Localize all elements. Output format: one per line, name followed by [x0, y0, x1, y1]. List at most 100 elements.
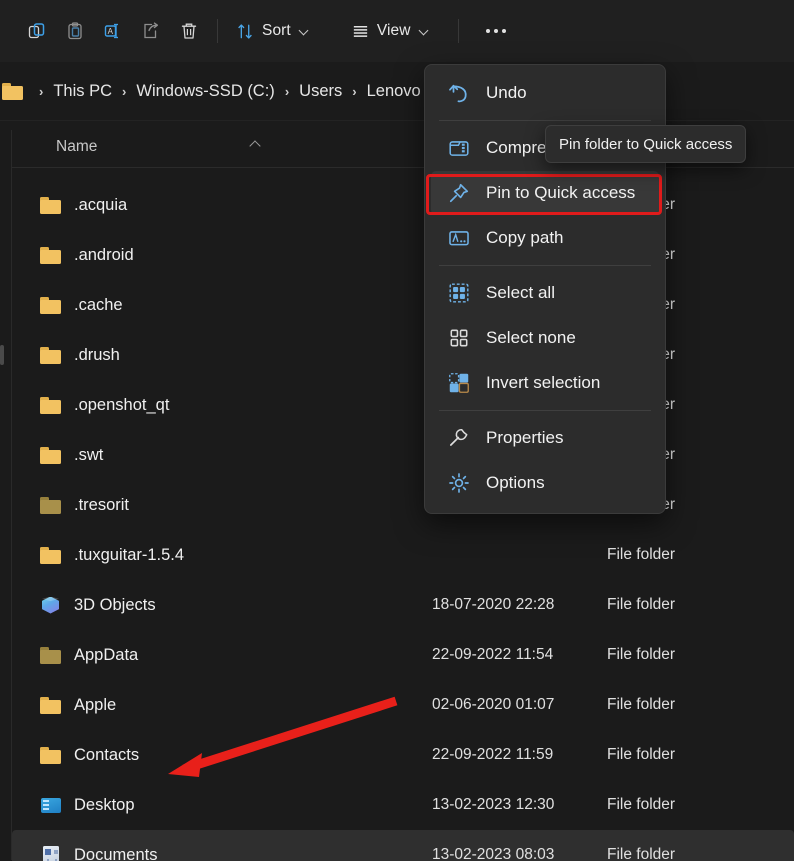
3d-objects-icon: [40, 596, 62, 615]
file-type-cell: File folder: [607, 846, 675, 861]
file-name-label: Apple: [74, 696, 116, 715]
rename-icon: A: [103, 21, 123, 41]
view-label: View: [377, 22, 411, 40]
sort-ascending-icon: [250, 138, 262, 150]
table-row[interactable]: .swtFile folder: [12, 430, 794, 480]
menu-item-options[interactable]: Options: [431, 461, 659, 505]
table-row[interactable]: Apple 02-06-2020 01:07File folder: [12, 680, 794, 730]
file-name-cell: 3D Objects: [12, 596, 432, 615]
breadcrumb-separator: ›: [39, 84, 43, 99]
chevron-down-icon: [420, 27, 429, 36]
tooltip: Pin folder to Quick access: [545, 125, 746, 163]
menu-item-label: Select all: [486, 283, 555, 303]
copy-button[interactable]: [18, 13, 56, 49]
file-name-cell: .tresorit: [12, 496, 432, 515]
file-name-cell: .android: [12, 246, 432, 265]
menu-item-label: Pin to Quick access: [486, 183, 635, 203]
folder-icon: [40, 746, 62, 765]
breadcrumb-item-this-pc[interactable]: This PC: [50, 80, 115, 103]
toolbar-divider-1: [217, 19, 218, 43]
select-none-icon: [448, 327, 470, 349]
file-name-cell: .openshot_qt: [12, 396, 432, 415]
file-name-label: Documents: [74, 846, 157, 861]
share-button[interactable]: [132, 13, 170, 49]
menu-item-select-none[interactable]: Select none: [431, 316, 659, 360]
file-name-label: Contacts: [74, 746, 139, 765]
table-row[interactable]: 3D Objects18-07-2020 22:28File folder: [12, 580, 794, 630]
tooltip-text: Pin folder to Quick access: [559, 136, 732, 153]
folder-icon: [40, 446, 62, 465]
copy-icon: [27, 21, 47, 41]
file-name-label: .tresorit: [74, 496, 129, 515]
command-bar: A: [0, 0, 794, 62]
file-date-cell: 22-09-2022 11:54: [432, 646, 607, 664]
table-row[interactable]: AppData22-09-2022 11:54File folder: [12, 630, 794, 680]
delete-button[interactable]: [170, 13, 208, 49]
menu-item-label: Undo: [486, 83, 527, 103]
table-row[interactable]: Desktop13-02-2023 12:30File folder: [12, 780, 794, 830]
vertical-scrollbar[interactable]: [0, 345, 4, 365]
chevron-down-icon: [300, 27, 309, 36]
file-name-label: .acquia: [74, 196, 127, 215]
desktop-icon: [40, 796, 62, 815]
folder-icon: [40, 246, 62, 265]
table-row[interactable]: Contacts22-09-2022 11:59File folder: [12, 730, 794, 780]
file-name-label: .swt: [74, 446, 103, 465]
table-row[interactable]: .openshot_qtFile folder: [12, 380, 794, 430]
table-row[interactable]: .androidFile folder: [12, 230, 794, 280]
sort-button[interactable]: Sort: [227, 13, 320, 49]
menu-item-label: Options: [486, 473, 545, 493]
file-type-cell: File folder: [607, 696, 675, 714]
menu-item-undo[interactable]: Undo: [431, 71, 659, 115]
menu-item-label: Select none: [486, 328, 576, 348]
file-name-cell: .acquia: [12, 196, 432, 215]
paste-icon: [65, 21, 85, 41]
breadcrumb-item-windows-ssd[interactable]: Windows-SSD (C:): [133, 80, 277, 103]
pin-icon: [448, 182, 470, 204]
menu-item-properties[interactable]: Properties: [431, 416, 659, 460]
sort-icon: [236, 22, 255, 41]
file-date-cell: 13-02-2023 08:03: [432, 846, 607, 861]
table-row[interactable]: .cacheFile folder: [12, 280, 794, 330]
menu-item-invert-selection[interactable]: Invert selection: [431, 361, 659, 405]
select-all-icon: [448, 282, 470, 304]
address-bar[interactable]: › This PC › Windows-SSD (C:) › Users › L…: [0, 62, 794, 120]
toolbar-divider-2: [458, 19, 459, 43]
file-name-cell: .swt: [12, 446, 432, 465]
column-header-name[interactable]: Name: [56, 138, 97, 156]
file-name-cell: .drush: [12, 346, 432, 365]
invert-selection-icon: [448, 372, 470, 394]
breadcrumb-item-lenovo[interactable]: Lenovo: [364, 80, 424, 103]
share-icon: [141, 21, 161, 41]
table-row[interactable]: .tresoritFile folder: [12, 480, 794, 530]
folder-dim-icon: [40, 496, 62, 515]
file-date-cell: 13-02-2023 12:30: [432, 796, 607, 814]
file-name-cell: Contacts: [12, 746, 432, 765]
view-button[interactable]: View: [342, 13, 440, 49]
file-name-label: .android: [74, 246, 134, 265]
more-options-button[interactable]: [477, 13, 515, 49]
breadcrumb-item-users[interactable]: Users: [296, 80, 345, 103]
file-name-label: 3D Objects: [74, 596, 156, 615]
compress-icon: [448, 137, 470, 159]
menu-separator: [439, 410, 651, 411]
table-row[interactable]: .acquiaFile folder: [12, 180, 794, 230]
paste-button[interactable]: [56, 13, 94, 49]
file-list: .acquiaFile folder.androidFile folder.ca…: [12, 180, 794, 861]
file-name-cell: .cache: [12, 296, 432, 315]
folder-icon: [40, 196, 62, 215]
file-date-cell: 02-06-2020 01:07: [432, 696, 607, 714]
file-name-cell: .tuxguitar-1.5.4: [12, 546, 432, 565]
table-row[interactable]: .drushFile folder: [12, 330, 794, 380]
menu-item-select-all[interactable]: Select all: [431, 271, 659, 315]
menu-item-pin-to-quick-access[interactable]: Pin to Quick access: [431, 171, 659, 215]
content-top-divider: [0, 120, 794, 121]
file-type-cell: File folder: [607, 796, 675, 814]
svg-text:A: A: [108, 27, 114, 36]
menu-item-copy-path[interactable]: Copy path: [431, 216, 659, 260]
rename-button[interactable]: A: [94, 13, 132, 49]
table-row[interactable]: Documents 13-02-2023 08:03File folder: [12, 830, 794, 861]
table-row[interactable]: .tuxguitar-1.5.4File folder: [12, 530, 794, 580]
options-icon: [448, 472, 470, 494]
folder-icon: [40, 396, 62, 415]
